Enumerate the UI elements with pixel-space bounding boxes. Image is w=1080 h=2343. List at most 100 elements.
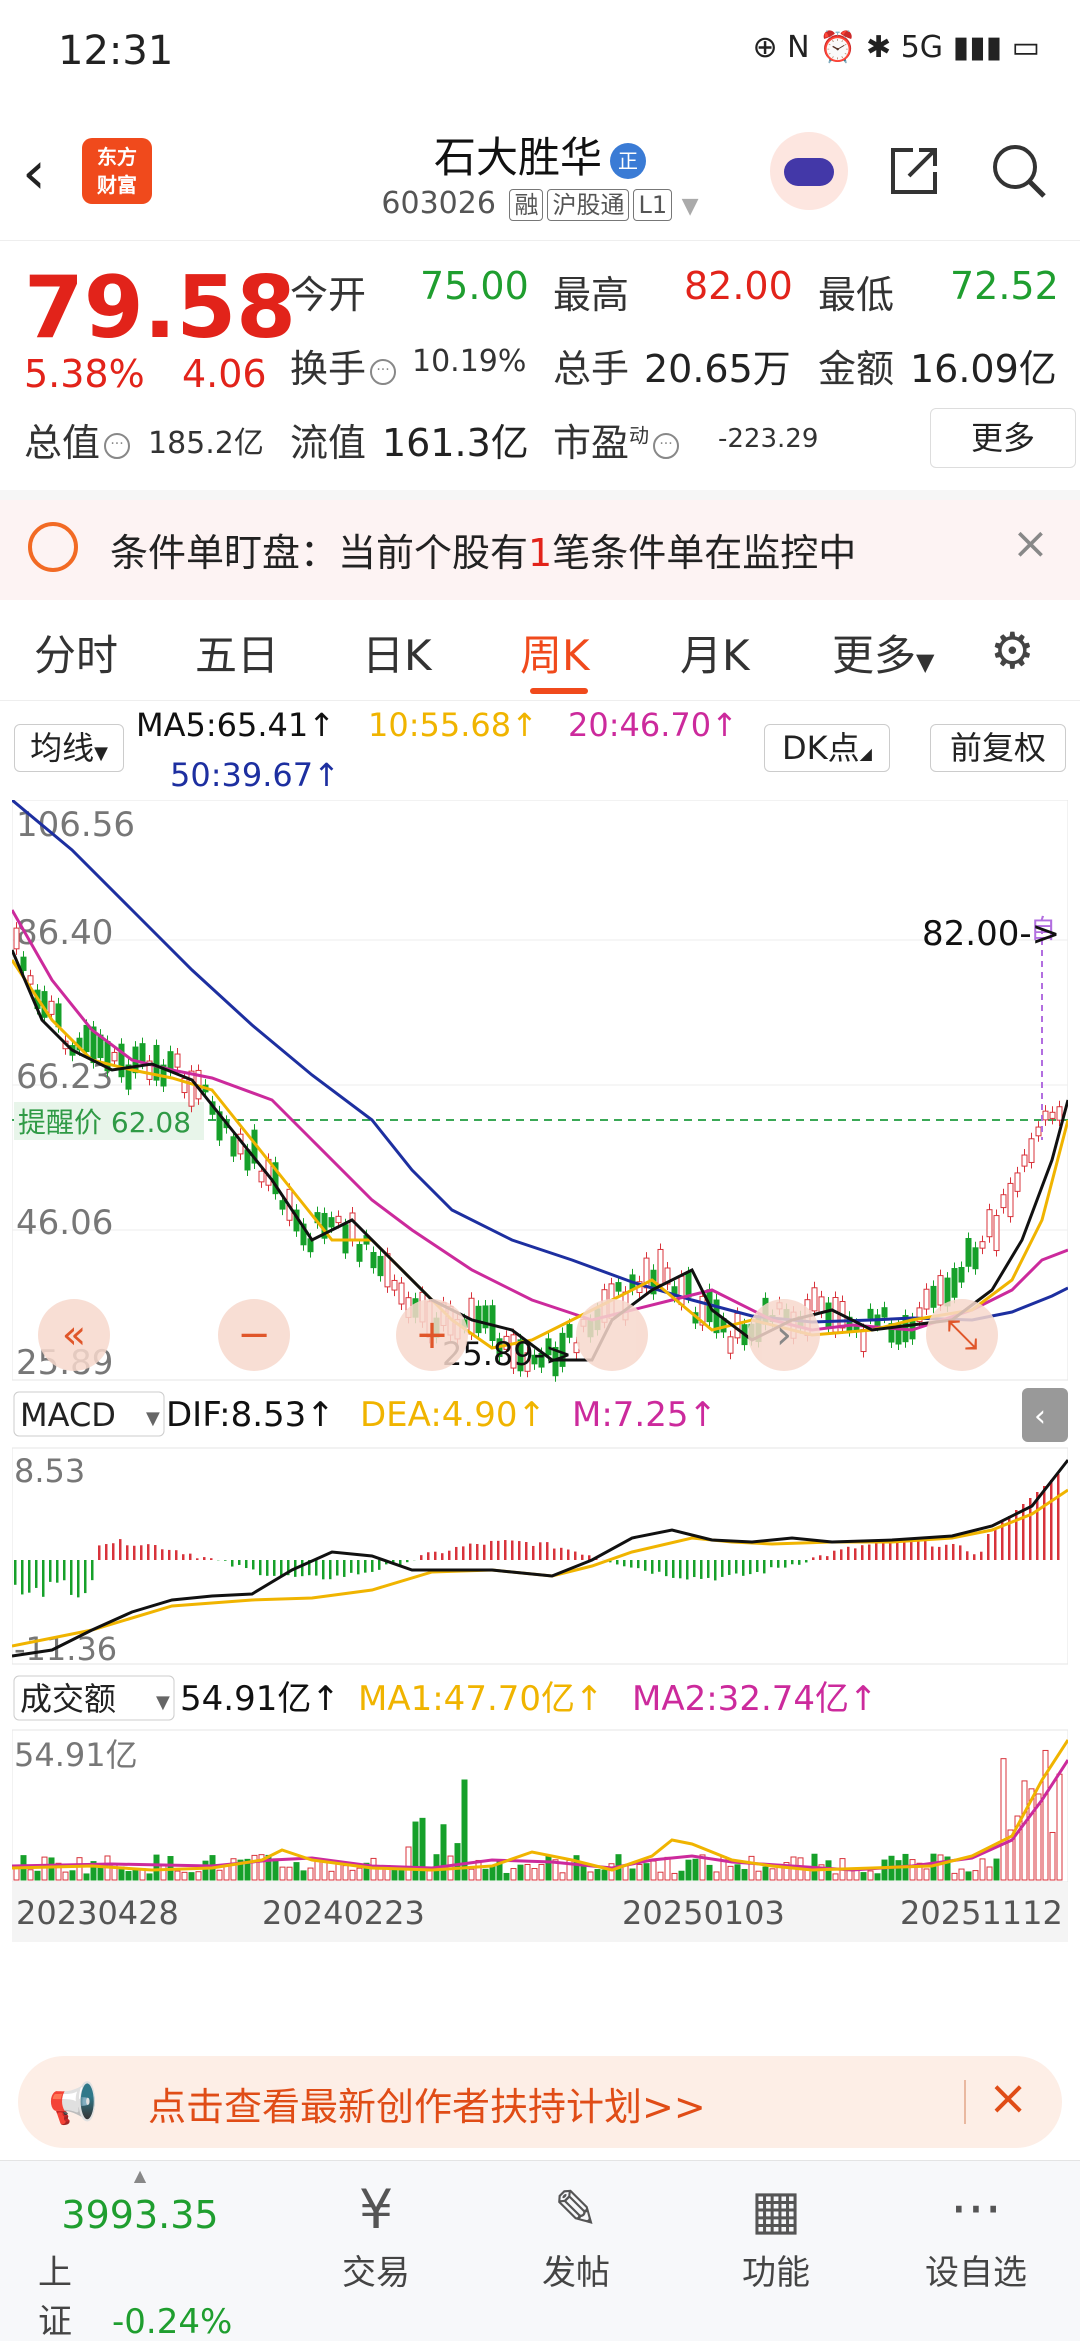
dk-point-button[interactable]: DK点◢ (764, 724, 890, 772)
volume-bar (490, 1867, 495, 1880)
volume-bar (973, 1871, 978, 1880)
assistant-robot-icon[interactable] (770, 132, 848, 210)
macd-bar (658, 1560, 661, 1572)
index-ticker[interactable]: ▲ 3993.35 上证-0.24% (30, 2169, 250, 2343)
tab-daily-k[interactable]: 日K (362, 622, 432, 683)
adjust-button[interactable]: 前复权 (930, 724, 1066, 772)
kline-chart-area[interactable]: 106.56 86.40 66.23 46.06 25.89 提醒价 62.08… (12, 800, 1068, 2050)
volume-bar (63, 1872, 68, 1880)
volume-bar (966, 1872, 971, 1880)
volume-bar (413, 1822, 418, 1880)
macd-bar (56, 1560, 59, 1583)
tab-more[interactable]: 更多▼ (832, 622, 934, 683)
macd-bar (707, 1560, 710, 1578)
macd-bar (462, 1546, 465, 1560)
search-icon[interactable] (988, 140, 1050, 202)
tag-level: L1 (633, 189, 672, 221)
macd-bar (812, 1557, 815, 1560)
volume-bar (49, 1858, 54, 1880)
svg-text:▼: ▼ (146, 1408, 160, 1429)
candle-body (476, 1306, 481, 1332)
candle-body (994, 1216, 999, 1251)
macd-bar (896, 1543, 899, 1560)
close-icon[interactable]: × (988, 2070, 1028, 2126)
volume-bar (203, 1861, 208, 1880)
volume-bar (924, 1869, 929, 1880)
volume-bar (161, 1866, 166, 1880)
volume-bar (742, 1869, 747, 1880)
date-label-2: 20240223 (262, 1894, 425, 1932)
condition-order-banner[interactable]: 条件单盯盘：当前个股有1笔条件单在监控中 × (0, 490, 1080, 600)
nav-functions[interactable]: ▦ 功能 (706, 2175, 846, 2294)
megaphone-icon: 📢 (48, 2080, 98, 2127)
macd-bar (455, 1547, 458, 1560)
macd-bar (119, 1539, 122, 1560)
macd-bar (875, 1542, 878, 1560)
candle-body (140, 1044, 145, 1064)
alert-price-label[interactable]: 提醒价 62.08 (18, 1106, 191, 1139)
macd-bar (819, 1555, 822, 1560)
volume-bar (861, 1873, 866, 1880)
crosshair-icon[interactable] (576, 1299, 648, 1371)
mcap-label: 总值··· (24, 412, 134, 467)
volume-bar (672, 1873, 677, 1880)
tag-margin: 融 (509, 189, 543, 221)
macd-bar (280, 1560, 283, 1576)
macd-bar (427, 1552, 430, 1560)
macd-bar (616, 1560, 619, 1564)
volume-bar (994, 1859, 999, 1880)
nav-watchlist[interactable]: ··· 设自选 (906, 2175, 1046, 2294)
candle-body (952, 1269, 957, 1298)
macd-bar (434, 1552, 437, 1560)
macd-bar (14, 1560, 17, 1585)
candle-body (231, 1137, 236, 1156)
last-price: 79.58 (24, 258, 296, 358)
promo-banner[interactable]: 📢 点击查看最新创作者扶持计划>> × (18, 2056, 1062, 2148)
tab-monthly-k[interactable]: 月K (680, 622, 750, 683)
macd-bar (665, 1560, 668, 1576)
candle-body (679, 1276, 684, 1304)
volume-selector: 成交额 (20, 1680, 116, 1718)
volume-bar (756, 1871, 761, 1880)
macd-bar (469, 1544, 472, 1560)
macd-bar (21, 1560, 24, 1594)
volume-bar (770, 1869, 775, 1880)
nav-post[interactable]: ✎ 发帖 (506, 2175, 646, 2294)
macd-bar (448, 1551, 451, 1560)
volume-bar (287, 1867, 292, 1880)
volume-bar (980, 1859, 985, 1880)
candle-body (399, 1283, 404, 1304)
more-quote-button[interactable]: 更多 (930, 408, 1076, 468)
candle-body (259, 1171, 264, 1182)
tab-five-day[interactable]: 五日 (195, 622, 279, 683)
volume-bar (70, 1871, 75, 1880)
gear-icon[interactable]: ⚙ (990, 622, 1035, 680)
low-value: 72.52 (950, 264, 1059, 308)
macd-bar (133, 1546, 136, 1560)
candle-body (980, 1242, 985, 1249)
macd-bar (637, 1560, 640, 1568)
candle-body (469, 1298, 474, 1334)
close-icon[interactable]: × (1012, 518, 1049, 569)
candle-body (1043, 1111, 1048, 1120)
volume-bar (546, 1856, 551, 1880)
tab-intraday[interactable]: 分时 (34, 622, 118, 683)
turnover-value: 10.19% (412, 344, 526, 379)
stock-code: 603026 (381, 186, 496, 221)
candle-body (336, 1216, 341, 1222)
svg-text:−: − (237, 1312, 271, 1358)
volume-bar (217, 1870, 222, 1880)
indicator-select[interactable]: 均线▼ (14, 724, 124, 772)
macd-bar (742, 1560, 745, 1576)
svg-text:⤡: ⤡ (946, 1312, 978, 1358)
volume-bar (329, 1871, 334, 1880)
candle-body (357, 1245, 362, 1262)
candle-body (959, 1268, 964, 1283)
macd-bar (777, 1560, 780, 1568)
share-icon[interactable] (885, 140, 945, 200)
macd-bar (903, 1540, 906, 1560)
nav-trade[interactable]: ¥ 交易 (306, 2175, 446, 2294)
tab-weekly-k[interactable]: 周K (520, 622, 590, 683)
macd-bar (861, 1545, 864, 1560)
promo-text[interactable]: 点击查看最新创作者扶持计划>> (148, 2076, 706, 2131)
